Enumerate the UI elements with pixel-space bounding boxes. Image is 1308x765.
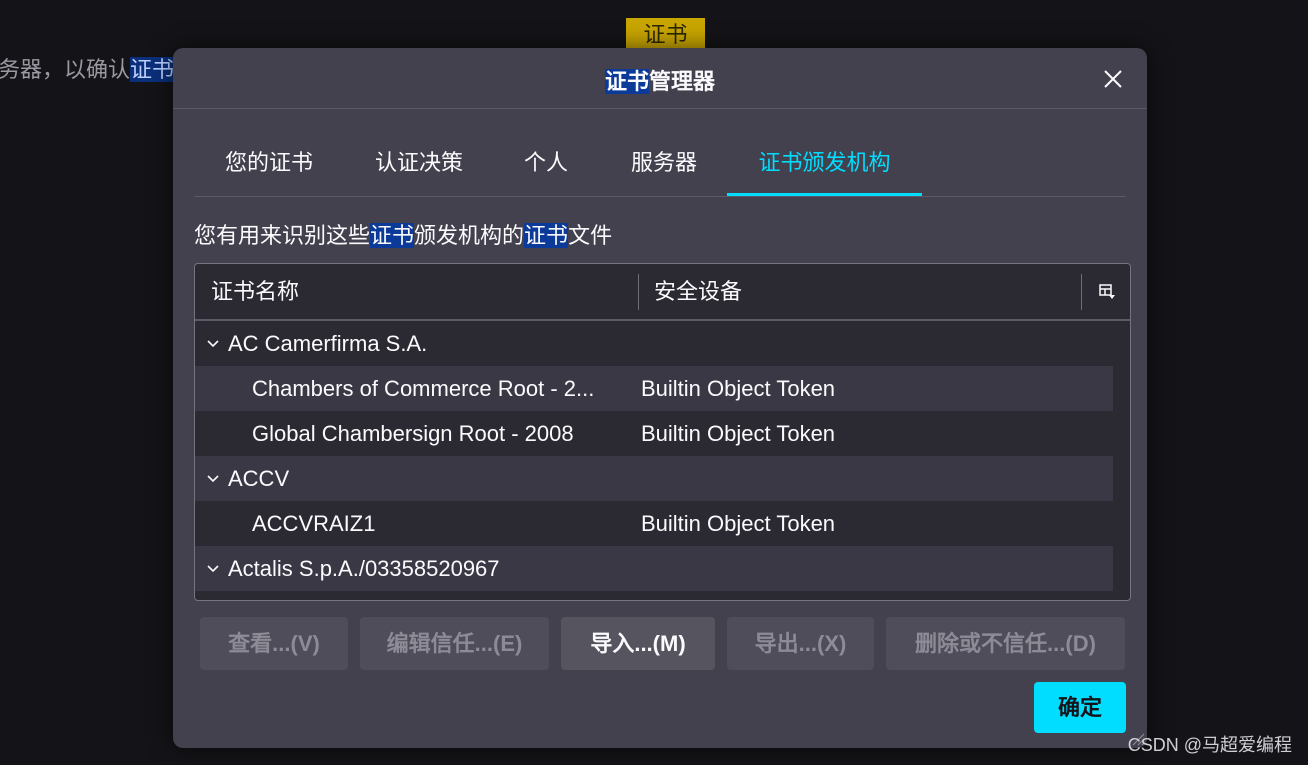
tree-item-row[interactable]: Chambers of Commerce Root - 2... Builtin… — [195, 366, 1113, 411]
column-header-security-device[interactable]: 安全设备 — [654, 264, 742, 319]
desc-part: 您有用来识别这些 — [194, 223, 371, 248]
edit-trust-button[interactable]: 编辑信任...(E) — [360, 617, 549, 670]
tree-group-row[interactable]: AC Camerfirma S.A. — [195, 321, 1113, 366]
tree-header: 证书名称 安全设备 — [195, 264, 1130, 321]
group-name: AC Camerfirma S.A. — [228, 331, 428, 356]
column-picker-icon — [1099, 284, 1115, 299]
close-button[interactable] — [1099, 65, 1127, 93]
tree-rows: AC Camerfirma S.A. Chambers of Commerce … — [195, 321, 1113, 591]
tree-item-row[interactable]: Global Chambersign Root - 2008 Builtin O… — [195, 411, 1113, 456]
chevron-down-icon[interactable] — [206, 456, 220, 501]
description-text: 您有用来识别这些证书颁发机构的证书文件 — [194, 218, 612, 250]
import-button[interactable]: 导入...(M) — [561, 617, 715, 670]
export-button[interactable]: 导出...(X) — [727, 617, 874, 670]
tab-authentication-decisions[interactable]: 认证决策 — [354, 134, 484, 196]
column-header-cert-name[interactable]: 证书名称 — [211, 264, 299, 319]
column-picker-button[interactable] — [1098, 282, 1116, 302]
security-device: Builtin Object Token — [641, 511, 836, 536]
dialog-title: 证书管理器 — [173, 64, 1147, 96]
dialog-header: 证书管理器 — [173, 48, 1147, 109]
tree-group-row[interactable]: Actalis S.p.A./03358520967 — [195, 546, 1113, 591]
tab-servers[interactable]: 服务器 — [608, 134, 720, 196]
cert-name: Chambers of Commerce Root - 2... — [252, 376, 595, 401]
title-text: 管理器 — [649, 69, 716, 94]
column-divider[interactable] — [1081, 274, 1082, 310]
close-icon — [1104, 70, 1122, 88]
delete-distrust-button[interactable]: 删除或不信任...(D) — [886, 617, 1125, 670]
cert-name: ACCVRAIZ1 — [252, 511, 376, 536]
chevron-down-icon[interactable] — [206, 546, 220, 591]
background-search-badge: 证书 — [626, 18, 705, 52]
ok-button[interactable]: 确定 — [1034, 682, 1126, 733]
desc-highlight: 证书 — [524, 223, 569, 248]
tree-group-row[interactable]: ACCV — [195, 456, 1113, 501]
certificate-tree[interactable]: 证书名称 安全设备 AC Camerfirma S.A. Chambers of… — [194, 263, 1131, 601]
group-name: ACCV — [228, 466, 290, 491]
title-highlight: 证书 — [604, 69, 649, 94]
tab-bar: 您的证书 认证决策 个人 服务器 证书颁发机构 — [194, 134, 1126, 197]
security-device: Builtin Object Token — [641, 376, 836, 401]
group-name: Actalis S.p.A./03358520967 — [228, 556, 500, 581]
chevron-down-icon[interactable] — [206, 321, 220, 366]
watermark: CSDN @马超爱编程 — [1127, 735, 1292, 755]
desc-part: 文件 — [568, 223, 613, 248]
background-page-text: 务器，以确认证书 — [0, 52, 175, 84]
tab-authorities[interactable]: 证书颁发机构 — [727, 134, 922, 196]
column-divider[interactable] — [638, 274, 639, 310]
tree-item-row[interactable]: ACCVRAIZ1 Builtin Object Token — [195, 501, 1113, 546]
desc-part: 颁发机构的 — [414, 223, 525, 248]
cert-name: Global Chambersign Root - 2008 — [252, 421, 574, 446]
security-device: Builtin Object Token — [641, 421, 836, 446]
certificate-manager-dialog: 证书管理器 您的证书 认证决策 个人 服务器 证书颁发机构 您有用来识别这些证书… — [173, 48, 1147, 748]
background-text: 务器，以确认 — [0, 57, 131, 82]
background-highlight: 证书 — [130, 57, 175, 82]
desc-highlight: 证书 — [370, 223, 415, 248]
tab-your-certificates[interactable]: 您的证书 — [204, 134, 334, 196]
view-button[interactable]: 查看...(V) — [200, 617, 348, 670]
tab-people[interactable]: 个人 — [504, 134, 588, 196]
